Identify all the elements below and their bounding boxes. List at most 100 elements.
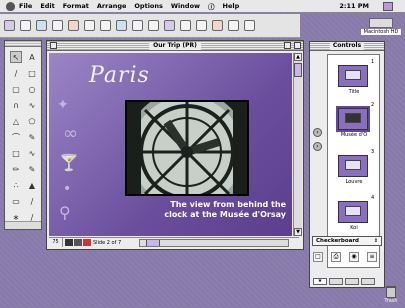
- horizontal-scroll-thumb[interactable]: [146, 239, 160, 246]
- lasso-tool-icon[interactable]: ∿: [26, 147, 38, 159]
- menu-options[interactable]: Options: [134, 2, 162, 10]
- fill-tool-icon[interactable]: ▲: [26, 179, 38, 191]
- rectangle-tool-icon[interactable]: □: [26, 67, 38, 79]
- clock-face-graphic: [125, 90, 249, 214]
- thumb-label-2: Musée d'O: [340, 132, 368, 138]
- stack-control-icon[interactable]: ≡: [367, 252, 377, 262]
- slide-thumbnail-3[interactable]: [338, 155, 368, 177]
- slide-thumbnail-2[interactable]: [336, 106, 370, 132]
- transition-value: Checkerboard: [316, 238, 359, 244]
- brush-tool-icon[interactable]: ✎: [26, 163, 38, 175]
- collapse-box-icon[interactable]: [294, 42, 301, 49]
- zoom-out-icon[interactable]: [65, 239, 73, 246]
- slide-canvas[interactable]: ✦ ∞ 🍸 • ⚲ Paris The view from behind the…: [49, 53, 292, 236]
- line-tool-icon[interactable]: ∕: [10, 67, 22, 79]
- clock-photo[interactable]: [125, 90, 249, 214]
- printer-icon[interactable]: [148, 20, 159, 31]
- bottle-decoration-icon: ⚲: [59, 203, 71, 222]
- bezier-tool-icon[interactable]: ⌒: [10, 131, 22, 143]
- pen-tool-icon[interactable]: ∕: [26, 195, 38, 207]
- menu-help[interactable]: Help: [223, 2, 240, 10]
- slideshow-icon[interactable]: [164, 20, 175, 31]
- new-document-icon[interactable]: [4, 20, 15, 31]
- print-icon[interactable]: [52, 20, 63, 31]
- arrow-tool-icon[interactable]: ↖: [10, 51, 22, 63]
- pencil-tool-icon[interactable]: ✏: [10, 163, 22, 175]
- slide-caption[interactable]: The view from behind the clock at the Mu…: [146, 200, 286, 220]
- tab-third[interactable]: [345, 278, 359, 285]
- application-menu-icon[interactable]: [383, 2, 393, 11]
- slide-thumbnail-4[interactable]: [338, 201, 368, 223]
- freehand-tool-icon[interactable]: ∿: [26, 99, 38, 111]
- globe-icon[interactable]: [116, 20, 127, 31]
- vertical-scroll-thumb[interactable]: [294, 63, 302, 77]
- tab-star[interactable]: ★: [313, 278, 327, 285]
- tools-palette-titlebar[interactable]: [5, 41, 41, 47]
- wine-glass-decoration-icon: 🍸: [59, 153, 79, 172]
- slide-title[interactable]: Paris: [89, 63, 150, 88]
- horizontal-scrollbar[interactable]: [139, 238, 289, 247]
- notes-icon[interactable]: [244, 20, 255, 31]
- thumb-graphic: [345, 113, 361, 123]
- table-icon[interactable]: [196, 20, 207, 31]
- window-titlebar[interactable]: Our Trip (PR): [47, 41, 303, 51]
- help-icon[interactable]: ⓘ: [208, 1, 215, 11]
- tools-palette-footer[interactable]: [5, 221, 41, 229]
- hard-drive[interactable]: Macintosh HD: [361, 18, 401, 35]
- apple-menu-icon[interactable]: [6, 1, 15, 11]
- sound-icon[interactable]: ◉: [349, 252, 359, 262]
- picture-icon[interactable]: [212, 20, 223, 31]
- hard-drive-label: Macintosh HD: [361, 29, 401, 35]
- anchor-icon[interactable]: [84, 20, 95, 31]
- document-icon[interactable]: [228, 20, 239, 31]
- thumb-graphic: [345, 206, 361, 216]
- thumb-graphic: [345, 70, 361, 80]
- arc-tool-icon[interactable]: ∩: [10, 99, 22, 111]
- zoom-box-icon[interactable]: [284, 42, 291, 49]
- thumb-graphic: [345, 160, 361, 170]
- status-bar: 75 Slide 2 of 7: [49, 237, 299, 247]
- close-box-icon[interactable]: [50, 42, 57, 49]
- paint-icon[interactable]: [68, 20, 79, 31]
- caption-line-1: The view from behind the: [170, 200, 286, 209]
- previous-slide-button[interactable]: ‹: [313, 128, 322, 137]
- menu-clock: 2:11 PM: [339, 2, 369, 10]
- eraser-tool-icon[interactable]: ▭: [10, 195, 22, 207]
- open-icon[interactable]: [20, 20, 31, 31]
- rounded-rect-tool-icon[interactable]: ▢: [10, 83, 22, 95]
- chart-icon[interactable]: [180, 20, 191, 31]
- stack-icon[interactable]: [132, 20, 143, 31]
- triangle-tool-icon[interactable]: △: [10, 115, 22, 127]
- tab-fourth[interactable]: [361, 278, 375, 285]
- swirl-decoration-icon: ∞: [63, 123, 78, 144]
- transition-select[interactable]: Checkerboard ⇕: [312, 236, 382, 246]
- zoom-in-icon[interactable]: [74, 239, 82, 246]
- eyedropper-tool-icon[interactable]: ✎: [26, 131, 38, 143]
- spray-tool-icon[interactable]: ∴: [10, 179, 22, 191]
- next-slide-button[interactable]: ›: [313, 142, 322, 151]
- slide-thumbnail-1[interactable]: [338, 65, 368, 87]
- menu-edit[interactable]: Edit: [40, 2, 54, 10]
- text-tool-icon[interactable]: A: [26, 51, 38, 63]
- oval-tool-icon[interactable]: ○: [26, 83, 38, 95]
- zoom-level[interactable]: 75: [49, 238, 63, 247]
- controls-titlebar[interactable]: Controls: [310, 42, 384, 51]
- save-icon[interactable]: [36, 20, 47, 31]
- trash[interactable]: Trash: [379, 286, 403, 304]
- tab-second[interactable]: [329, 278, 343, 285]
- scroll-up-arrow-icon[interactable]: ▲: [294, 53, 302, 61]
- menu-window[interactable]: Window: [171, 2, 200, 10]
- scroll-down-arrow-icon[interactable]: ▼: [294, 228, 302, 236]
- menu-file[interactable]: File: [19, 2, 32, 10]
- menu-format[interactable]: Format: [63, 2, 89, 10]
- clipboard-icon[interactable]: [100, 20, 111, 31]
- printer-control-icon[interactable]: ⎙: [331, 252, 341, 262]
- controls-title: Controls: [329, 42, 365, 50]
- menu-arrange[interactable]: Arrange: [97, 2, 127, 10]
- view-mode-icon[interactable]: [83, 239, 91, 246]
- thumb-number-4: 4: [371, 195, 375, 201]
- marquee-tool-icon[interactable]: □: [10, 147, 22, 159]
- vertical-scrollbar[interactable]: ▲ ▼: [293, 53, 302, 236]
- layout-icon[interactable]: □: [313, 252, 323, 262]
- polygon-tool-icon[interactable]: ⬠: [26, 115, 38, 127]
